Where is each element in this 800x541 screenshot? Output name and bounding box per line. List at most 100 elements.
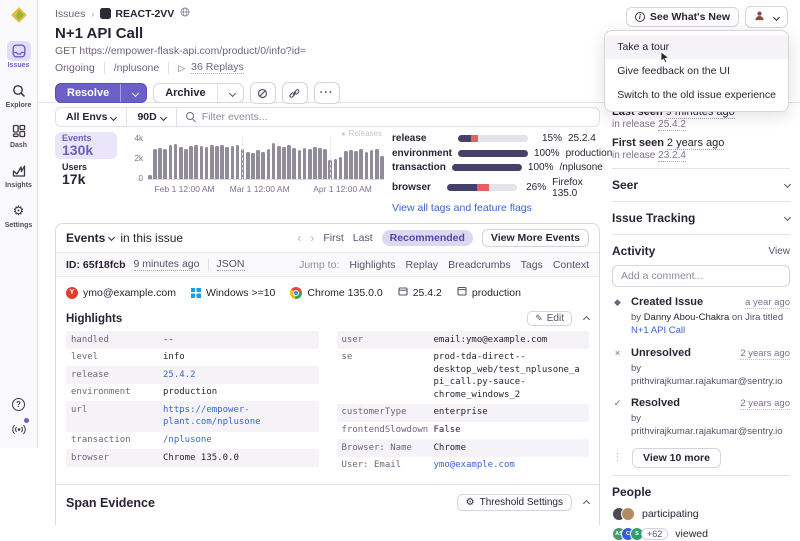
more-viewers-badge[interactable]: +62 xyxy=(641,527,669,540)
jump-to-label: Jump to: xyxy=(299,258,340,271)
environment-chip[interactable]: production xyxy=(457,286,521,299)
sidebar-item-issues[interactable]: Issues xyxy=(6,41,31,69)
activity-item-title: Created Issue xyxy=(631,296,704,308)
activity-item-time[interactable]: 2 years ago xyxy=(740,398,790,411)
kv-key: level xyxy=(71,352,99,363)
view-more-events-button[interactable]: View More Events xyxy=(481,229,589,247)
edit-highlights-button[interactable]: Edit xyxy=(527,311,572,326)
release-chip[interactable]: 25.4.2 xyxy=(398,286,442,299)
tag-percent: 26% xyxy=(526,182,547,193)
tag-percent: 100% xyxy=(534,147,560,159)
last-event-button[interactable]: Last xyxy=(353,232,373,244)
chart-bar xyxy=(184,149,188,179)
sidebar-item-explore[interactable]: Explore xyxy=(6,81,31,109)
tab-events[interactable]: Events 130k xyxy=(55,132,117,159)
json-link[interactable]: JSON xyxy=(216,258,245,271)
archive-dropdown-chevron-icon[interactable] xyxy=(216,84,243,102)
issue-tracking-toggle[interactable]: Issue Tracking xyxy=(612,209,790,227)
jump-replay[interactable]: Replay xyxy=(405,259,438,271)
menu-item-label: Give feedback on the UI xyxy=(617,65,730,77)
archive-button[interactable]: Archive xyxy=(153,83,244,103)
broadcast-icon[interactable] xyxy=(11,418,29,440)
menu-item-switch-old-experience[interactable]: Switch to the old issue experience xyxy=(605,83,788,107)
kv-value-link[interactable]: ymo@example.com xyxy=(434,459,585,472)
breadcrumb-issues[interactable]: Issues xyxy=(55,8,85,20)
tag-value: Firefox 135.0 xyxy=(552,176,583,199)
activity-view-link[interactable]: View xyxy=(769,246,791,257)
kv-value-link[interactable]: /nplusone xyxy=(163,434,314,447)
menu-item-take-a-tour[interactable]: Take a tour xyxy=(605,35,788,64)
help-icon[interactable] xyxy=(12,398,25,411)
resolve-button[interactable]: Resolve xyxy=(55,83,148,103)
user-menu-button[interactable] xyxy=(745,6,788,28)
tab-users[interactable]: Users 17k xyxy=(55,161,117,188)
chart-bar xyxy=(235,145,240,179)
events-bar-chart[interactable]: Releases 4k 2k 0 Feb 1 12:00 AM Mar 1 12… xyxy=(125,129,384,198)
threshold-settings-button[interactable]: Threshold Settings xyxy=(456,494,572,512)
mute-button[interactable] xyxy=(249,82,276,104)
status-badge: Ongoing xyxy=(55,61,95,74)
menu-item-label: Switch to the old issue experience xyxy=(617,89,776,101)
chart-bar xyxy=(287,145,291,179)
last-release-version[interactable]: 25.4.2 xyxy=(658,119,686,131)
participating-row: participating xyxy=(612,506,790,521)
tag-summary: release 15% 25.2.4 environment 100% prod… xyxy=(392,132,612,214)
view-all-tags-link[interactable]: View all tags and feature flags xyxy=(392,202,600,214)
first-event-button[interactable]: First xyxy=(323,232,343,244)
sidebar-item-insights[interactable]: Insights xyxy=(5,161,32,189)
activity-item-time[interactable]: a year ago xyxy=(745,297,790,309)
jump-context[interactable]: Context xyxy=(553,259,589,271)
collapse-span-evidence-icon[interactable] xyxy=(580,497,589,508)
tag-row-browser[interactable]: browser 26% Firefox 135.0 xyxy=(392,177,600,199)
chart-bar xyxy=(364,152,369,179)
view-10-more-button[interactable]: View 10 more xyxy=(632,447,721,468)
user-chip[interactable]: Y ymo@example.com xyxy=(66,286,176,299)
participant-avatar[interactable] xyxy=(621,506,635,521)
jira-issue-link[interactable]: N+1 API Call xyxy=(631,325,685,336)
next-event-button[interactable]: › xyxy=(310,231,314,245)
menu-item-give-feedback[interactable]: Give feedback on the UI xyxy=(605,59,788,83)
prev-event-button[interactable]: ‹ xyxy=(297,231,301,245)
comment-input[interactable] xyxy=(612,265,790,287)
releases-legend[interactable]: Releases xyxy=(341,129,382,138)
first-seen-value[interactable]: 2 years ago xyxy=(666,137,725,150)
os-chip[interactable]: Windows >=10 xyxy=(190,287,275,299)
divider xyxy=(612,474,790,476)
event-time-link[interactable]: 9 minutes ago xyxy=(133,258,200,271)
replays-link[interactable]: 36 Replays xyxy=(191,61,244,74)
sidebar-item-settings[interactable]: ⚙ Settings xyxy=(5,201,33,229)
window-icon xyxy=(457,286,467,299)
chart-bar xyxy=(354,151,358,179)
jump-tags[interactable]: Tags xyxy=(521,259,543,271)
users-count: 17k xyxy=(62,171,86,187)
link-button[interactable] xyxy=(281,82,308,104)
activity-title: Activity xyxy=(612,244,656,258)
first-release-version[interactable]: 23.2.4 xyxy=(658,150,686,162)
resolve-dropdown-chevron-icon[interactable] xyxy=(120,84,146,102)
tag-row-environment[interactable]: environment 100% production xyxy=(392,147,612,159)
jump-breadcrumbs[interactable]: Breadcrumbs xyxy=(448,259,510,271)
kv-key: transaction xyxy=(71,435,131,446)
kv-value: email:ymo@example.com xyxy=(433,334,548,345)
divider xyxy=(612,201,790,202)
events-dropdown[interactable]: Events xyxy=(66,231,114,245)
activity-item-time[interactable]: 2 years ago xyxy=(740,348,790,360)
kv-value-link[interactable]: 25.4.2 xyxy=(163,369,314,382)
collapse-highlights-icon[interactable] xyxy=(580,313,589,324)
kv-key: release xyxy=(71,369,109,380)
whats-new-button[interactable]: See What's New xyxy=(625,7,739,27)
sidebar-label: Issues xyxy=(7,62,30,69)
tag-row-release[interactable]: release 15% 25.2.4 xyxy=(392,133,600,144)
breadcrumb-project[interactable]: REACT-2VV xyxy=(100,8,174,20)
viewed-row: AS C S +62 viewed xyxy=(612,526,790,541)
jump-highlights[interactable]: Highlights xyxy=(349,259,395,271)
sidebar-item-dash[interactable]: Dash xyxy=(7,121,31,149)
sidebar-label: Dash xyxy=(9,142,28,149)
seer-section-toggle[interactable]: Seer xyxy=(612,176,790,194)
more-actions-button[interactable] xyxy=(313,82,340,104)
sentry-logo-icon[interactable] xyxy=(10,6,28,29)
tag-row-transaction[interactable]: transaction 100% /nplusone xyxy=(392,162,603,173)
kv-value-link[interactable]: https://empower-plant.com/nplusone xyxy=(163,404,314,429)
recommended-toggle[interactable]: Recommended xyxy=(381,230,473,246)
browser-chip[interactable]: Chrome 135.0.0 xyxy=(290,286,383,299)
